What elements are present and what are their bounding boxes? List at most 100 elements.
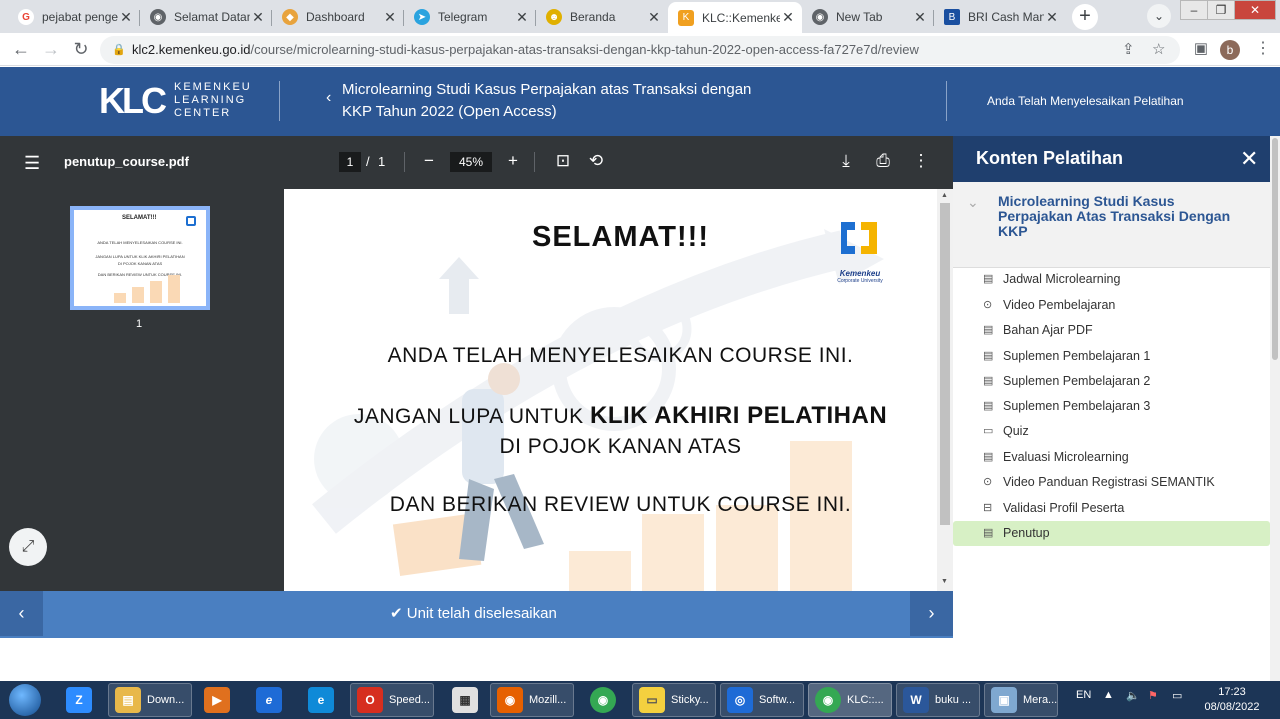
close-tab-icon[interactable]: ✕ [514, 9, 530, 26]
next-unit-button[interactable]: › [910, 591, 953, 636]
internet-explorer-icon: e [256, 687, 282, 713]
browser-toolbar: ← → ↻ 🔒 klc2.kemenkeu.go.id/course/micro… [0, 33, 1280, 66]
menu-icon[interactable]: ☰ [24, 153, 40, 174]
sidebar-item-video-panduan[interactable]: ⊙ Video Panduan Registrasi SEMANTIK [953, 470, 1270, 495]
sidebar-header: Konten Pelatihan ✕ [953, 136, 1270, 182]
slide-line-1: ANDA TELAH MENYELESAIKAN COURSE INI. [387, 344, 854, 367]
browser-tab[interactable]: ➤ Telegram ✕ [404, 3, 536, 31]
close-tab-icon[interactable]: ✕ [118, 9, 134, 26]
taskbar-klc-chrome[interactable]: ◉ KLC::... [808, 683, 892, 717]
browser-menu-icon[interactable]: ⋮ [1252, 39, 1274, 61]
taskbar-calculator[interactable]: ▦ [446, 683, 484, 717]
slide-line-3: DI POJOK KANAN ATAS [499, 435, 742, 458]
bookmark-star-icon[interactable]: ☆ [1152, 36, 1165, 64]
chevron-down-icon: ⌄ [967, 194, 979, 210]
address-bar[interactable]: 🔒 klc2.kemenkeu.go.id/course/microlearni… [100, 36, 1180, 64]
action-center-icon[interactable]: ▭ [1172, 689, 1182, 702]
sidebar-item-penutup[interactable]: ▤ Penutup [953, 521, 1270, 546]
tab-search-chevron-icon[interactable]: ⌄ [1147, 4, 1171, 28]
close-tab-icon[interactable]: ✕ [646, 9, 662, 26]
sidebar-item-jadwal[interactable]: ▤ Jadwal Microlearning [953, 267, 1270, 292]
taskbar-chrome[interactable]: ◉ [584, 683, 622, 717]
page-thumbnail[interactable]: SELAMAT!!! ANDA TELAH MENYELESAIKAN COUR… [70, 206, 210, 310]
close-tab-icon[interactable]: ✕ [382, 9, 398, 26]
zoom-in-icon[interactable]: + [502, 151, 524, 171]
taskbar-ie[interactable]: e [250, 683, 288, 717]
chrome-icon: ◉ [812, 9, 828, 25]
sidebar-item-bahan-ajar[interactable]: ▤ Bahan Ajar PDF [953, 318, 1270, 343]
forward-arrow-icon[interactable]: → [40, 39, 62, 61]
more-options-icon[interactable]: ⋮ [910, 151, 932, 171]
share-icon[interactable]: ⇪ [1122, 36, 1135, 64]
page-number-input[interactable]: 1 [339, 152, 361, 172]
klc-logo-mark: KLC [99, 79, 167, 121]
reload-icon[interactable]: ↻ [70, 39, 92, 61]
browser-tab[interactable]: G pejabat penge ✕ [8, 3, 140, 31]
taskbar-media[interactable]: ▶ [198, 683, 236, 717]
fullscreen-icon[interactable]: ⤢ [9, 528, 47, 566]
course-section[interactable]: ⌄ Microlearning Studi Kasus Perpajakan A… [953, 182, 1270, 268]
sidebar-item-suplemen-2[interactable]: ▤ Suplemen Pembelajaran 2 [953, 369, 1270, 394]
window-close-icon[interactable]: ✕ [1234, 0, 1276, 20]
browser-tab[interactable]: ◆ Dashboard ✕ [272, 3, 404, 31]
sidebar-item-suplemen-1[interactable]: ▤ Suplemen Pembelajaran 1 [953, 344, 1270, 369]
tab-title: New Tab [836, 10, 883, 24]
taskbar-sticky-notes[interactable]: ▭ Sticky... [632, 683, 716, 717]
browser-tab[interactable]: ◉ New Tab ✕ [802, 3, 934, 31]
course-title[interactable]: Microlearning Studi Kasus Perpajakan ata… [342, 79, 782, 123]
close-icon[interactable]: ✕ [1240, 146, 1258, 172]
sidebar-item-quiz[interactable]: ▭ Quiz [953, 419, 1270, 444]
taskbar-paint[interactable]: ▣ Mera... [984, 683, 1058, 717]
taskbar-firefox[interactable]: ◉ Mozill... [490, 683, 574, 717]
print-icon[interactable]: ⎙ [872, 151, 894, 171]
sidebar-item-video[interactable]: ⊙ Video Pembelajaran [953, 293, 1270, 318]
previous-unit-button[interactable]: ‹ [0, 591, 43, 636]
taskbar-zoom[interactable]: Z [60, 683, 98, 717]
word-icon: W [903, 687, 929, 713]
browser-tab[interactable]: ☻ Beranda ✕ [536, 3, 668, 31]
taskbar-edge[interactable]: e [302, 683, 340, 717]
language-indicator[interactable]: EN [1076, 689, 1091, 701]
sidebar-item-evaluasi[interactable]: ▤ Evaluasi Microlearning [953, 445, 1270, 470]
close-tab-icon[interactable]: ✕ [780, 9, 796, 26]
browser-tab-active[interactable]: K KLC::Kemenke ✕ [668, 2, 802, 33]
network-icon[interactable]: ⚑ [1148, 689, 1158, 702]
sidebar-scrollbar[interactable] [1270, 136, 1280, 681]
zoom-out-icon[interactable]: − [418, 151, 440, 171]
taskbar-word[interactable]: Wbuku ... [896, 683, 980, 717]
edge-icon: e [308, 687, 334, 713]
back-chevron-icon[interactable]: ‹ [326, 89, 331, 107]
taskbar-software[interactable]: ◎ Softw... [720, 683, 804, 717]
minimize-icon[interactable]: ‒ [1180, 0, 1208, 20]
sidebar-item-suplemen-3[interactable]: ▤ Suplemen Pembelajaran 3 [953, 394, 1270, 419]
start-button[interactable] [5, 683, 45, 717]
fit-page-icon[interactable]: ⊡ [552, 151, 574, 171]
kemenkeu-logo: Kemenkeu Corporate University [833, 216, 887, 284]
sidebar-item-validasi[interactable]: ⊟ Validasi Profil Peserta [953, 496, 1270, 521]
taskbar-speedtest[interactable]: O Speed... [350, 683, 434, 717]
klc-logo[interactable]: KLC KEMENKEU LEARNING CENTER [99, 81, 252, 120]
pdf-filename: penutup_course.pdf [64, 154, 189, 169]
pdf-scrollbar[interactable]: ▲ ▼ [937, 189, 953, 591]
download-icon[interactable]: ⤓ [835, 151, 857, 171]
firefox-icon: ◉ [497, 687, 523, 713]
back-arrow-icon[interactable]: ← [10, 39, 32, 61]
browser-tab[interactable]: B BRI Cash Man ✕ [934, 3, 1066, 31]
browser-tab[interactable]: ◉ Selamat Datan ✕ [140, 3, 272, 31]
zoom-input[interactable]: 45% [450, 152, 492, 172]
close-tab-icon[interactable]: ✕ [250, 9, 266, 26]
volume-icon[interactable]: 🔈 [1126, 689, 1140, 702]
profile-avatar[interactable]: b [1220, 40, 1240, 60]
close-tab-icon[interactable]: ✕ [1044, 9, 1060, 26]
chrome-icon: ◉ [590, 687, 616, 713]
show-hidden-icons-icon[interactable]: ▲ [1103, 689, 1114, 701]
side-panel-icon[interactable]: ▣ [1190, 39, 1212, 61]
close-tab-icon[interactable]: ✕ [912, 9, 928, 26]
new-tab-button[interactable]: + [1072, 4, 1098, 30]
rotate-icon[interactable]: ⟲ [585, 151, 607, 171]
system-clock[interactable]: 17:23 08/08/2022 [1200, 685, 1264, 715]
gamepad-icon: ▭ [983, 425, 994, 437]
restore-icon[interactable]: ❐ [1207, 0, 1235, 20]
browser-tab-strip: G pejabat penge ✕ ◉ Selamat Datan ✕ ◆ Da… [0, 0, 1280, 33]
taskbar-downloads[interactable]: ▤ Down... [108, 683, 192, 717]
